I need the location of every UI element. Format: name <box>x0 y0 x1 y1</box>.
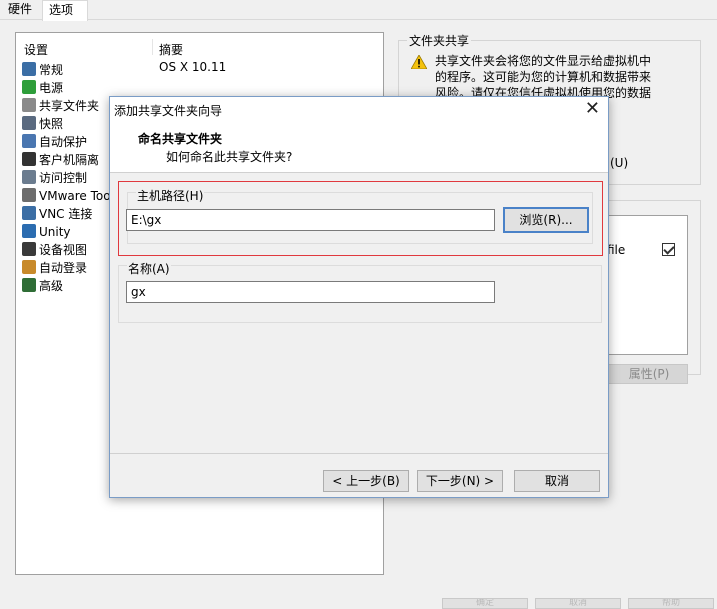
device-view-icon <box>22 242 36 256</box>
column-separator[interactable] <box>152 39 153 55</box>
host-path-input[interactable]: E:\gx <box>126 209 495 231</box>
play-icon <box>22 80 36 94</box>
settings-item-label: Unity <box>39 225 71 239</box>
wizard-header: 命名共享文件夹 如何命名此共享文件夹? <box>110 123 608 173</box>
column-header-summary[interactable]: 摘要 <box>159 41 183 58</box>
settings-item-label: 常规 <box>39 63 64 77</box>
back-button[interactable]: < 上一步(B) <box>323 470 409 492</box>
settings-item-label: 共享文件夹 <box>39 99 100 113</box>
add-shared-folder-wizard: 添加共享文件夹向导 ✕ 命名共享文件夹 如何命名此共享文件夹? 主机路径(H) … <box>109 96 609 498</box>
close-icon[interactable]: ✕ <box>585 99 600 119</box>
warning-icon <box>411 55 427 69</box>
autologin-icon <box>22 260 36 274</box>
snapshot-icon <box>22 116 36 130</box>
settings-item[interactable]: 共享文件夹 <box>22 97 99 115</box>
wizard-heading: 命名共享文件夹 <box>138 132 223 146</box>
folder-enabled-checkbox[interactable] <box>662 243 675 256</box>
settings-item-label: VNC 连接 <box>39 207 93 221</box>
tab-hardware[interactable]: 硬件 <box>2 0 40 20</box>
vnc-icon <box>22 206 36 220</box>
settings-item[interactable]: 快照 <box>22 115 63 133</box>
folders-list[interactable] <box>600 215 688 355</box>
settings-item-label: 高级 <box>39 279 64 293</box>
autoprotect-icon <box>22 134 36 148</box>
settings-item[interactable]: VNC 连接 <box>22 205 92 223</box>
settings-item-label: 快照 <box>39 117 64 131</box>
wizard-subheading: 如何命名此共享文件夹? <box>166 150 293 164</box>
warning-text: 共享文件夹会将您的文件显示给虚拟机中 的程序。这可能为您的计算机和数据带来 风险… <box>435 53 697 101</box>
host-path-label: 主机路径(H) <box>136 187 205 204</box>
settings-item[interactable]: VMware Too <box>22 187 111 205</box>
vmware-tools-icon <box>22 188 36 202</box>
access-control-icon <box>22 170 36 184</box>
isolation-icon <box>22 152 36 166</box>
unity-icon <box>22 224 36 238</box>
tab-options[interactable]: 选项 <box>42 0 88 21</box>
settings-item-label: 客户机隔离 <box>39 153 100 167</box>
name-input[interactable]: gx <box>126 281 495 303</box>
settings-item[interactable]: 高级 <box>22 277 63 295</box>
settings-item-label: 自动登录 <box>39 261 88 275</box>
settings-item-label: VMware Too <box>39 189 111 203</box>
shared-folder-icon <box>22 98 36 112</box>
settings-item[interactable]: Unity <box>22 223 71 241</box>
option-label-tail[interactable]: (U) <box>610 156 628 170</box>
settings-item[interactable]: 自动保护 <box>22 133 87 151</box>
monitor-icon <box>22 62 36 76</box>
settings-item[interactable]: 客户机隔离 <box>22 151 99 169</box>
settings-item-label: 设备视图 <box>39 243 88 257</box>
browse-button[interactable]: 浏览(R)... <box>503 207 589 233</box>
help-button[interactable]: 帮助 <box>628 598 714 609</box>
name-label: 名称(A) <box>127 260 171 277</box>
warning-line: 的程序。这可能为您的计算机和数据带来 <box>435 70 652 84</box>
settings-item[interactable]: 自动登录 <box>22 259 87 277</box>
settings-item[interactable]: 设备视图 <box>22 241 87 259</box>
settings-item-label: 电源 <box>39 81 64 95</box>
next-button[interactable]: 下一步(N) > <box>417 470 503 492</box>
folder-sharing-legend: 文件夹共享 <box>407 32 472 49</box>
settings-item-label: 自动保护 <box>39 135 88 149</box>
advanced-icon <box>22 278 36 292</box>
tab-bar: 硬件 选项 <box>0 0 717 21</box>
settings-item[interactable]: 电源 <box>22 79 63 97</box>
cancel-button[interactable]: 取消 <box>514 470 600 492</box>
settings-item[interactable]: 常规 <box>22 61 63 79</box>
ok-button[interactable]: 确定 <box>442 598 528 609</box>
settings-item[interactable]: 访问控制 <box>22 169 87 187</box>
settings-item-label: 访问控制 <box>39 171 88 185</box>
cancel-main-button[interactable]: 取消 <box>535 598 621 609</box>
dialog-title: 添加共享文件夹向导 <box>114 104 223 118</box>
properties-button[interactable]: 属性(P) <box>602 364 688 384</box>
dialog-titlebar: 添加共享文件夹向导 ✕ <box>110 97 608 123</box>
warning-line: 共享文件夹会将您的文件显示给虚拟机中 <box>435 54 652 68</box>
column-header-setting[interactable]: 设置 <box>24 41 48 58</box>
summary-general: OS X 10.11 <box>159 60 227 74</box>
folders-column-tail: file <box>607 243 626 257</box>
